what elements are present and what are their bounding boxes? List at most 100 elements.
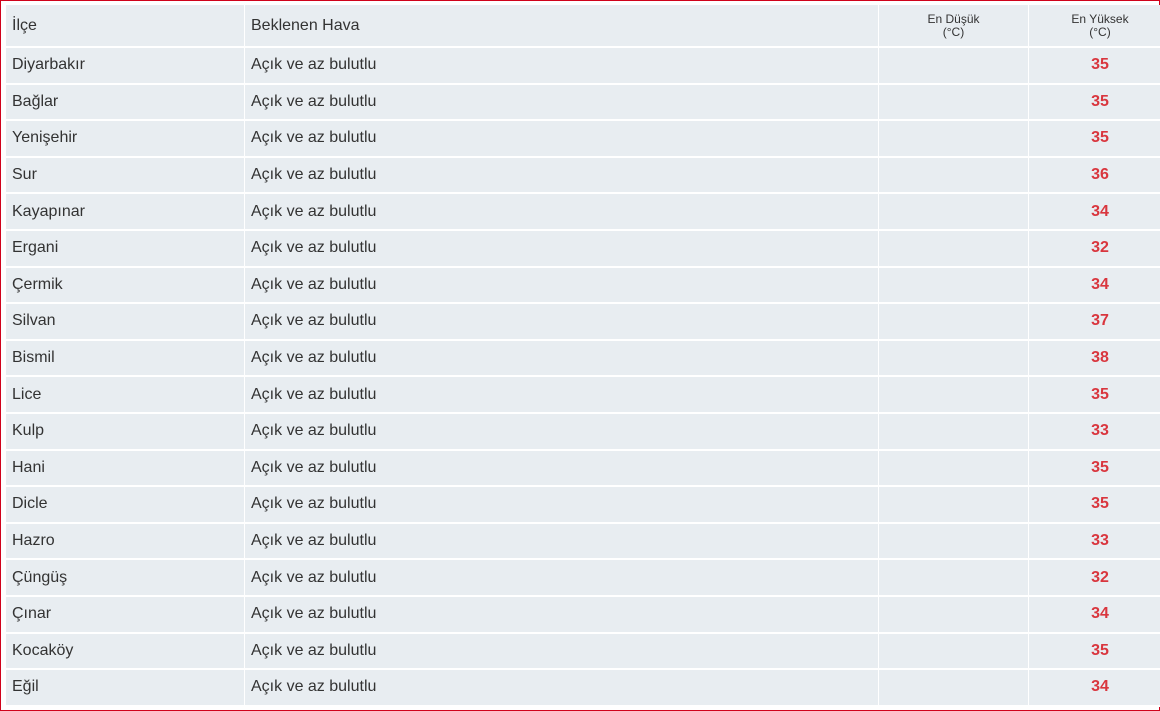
min-temp-cell <box>879 194 1029 231</box>
min-temp-cell <box>879 157 1029 195</box>
max-temp-cell: 35 <box>1029 377 1160 414</box>
table-row: Dicle Açık ve az bulutlu 35 <box>6 487 1160 524</box>
weather-cell: Açık ve az bulutlu <box>245 560 879 597</box>
table-row: Bismil Açık ve az bulutlu 38 <box>6 340 1160 378</box>
min-temp-cell <box>879 304 1029 341</box>
table-row: Yenişehir Açık ve az bulutlu 35 <box>6 121 1160 158</box>
min-temp-cell <box>879 560 1029 597</box>
min-temp-cell <box>879 596 1029 634</box>
district-cell: Yenişehir <box>6 121 245 158</box>
district-cell: Çınar <box>6 596 245 634</box>
header-min-temp-label: En Düşük <box>927 11 980 26</box>
weather-forecast-table: İlçe Beklenen Hava En Düşük (°C) En Yüks… <box>6 5 1160 707</box>
header-max-temp-unit: (°C) <box>1089 24 1111 39</box>
min-temp-cell <box>879 230 1029 268</box>
min-temp-cell <box>879 84 1029 122</box>
max-temp-cell: 35 <box>1029 487 1160 524</box>
min-temp-cell <box>879 267 1029 305</box>
min-temp-cell <box>879 413 1029 451</box>
weather-cell: Açık ve az bulutlu <box>245 194 879 231</box>
district-cell: Çermik <box>6 267 245 305</box>
weather-cell: Açık ve az bulutlu <box>245 670 879 707</box>
table-row: Hani Açık ve az bulutlu 35 <box>6 450 1160 488</box>
max-temp-cell: 33 <box>1029 523 1160 561</box>
max-temp-cell: 38 <box>1029 340 1160 378</box>
district-cell: Dicle <box>6 487 245 524</box>
district-cell: Diyarbakır <box>6 48 245 85</box>
weather-cell: Açık ve az bulutlu <box>245 413 879 451</box>
header-max-temp-label: En Yüksek <box>1071 11 1129 26</box>
table-row: Silvan Açık ve az bulutlu 37 <box>6 304 1160 341</box>
max-temp-cell: 35 <box>1029 84 1160 122</box>
table-row: Hazro Açık ve az bulutlu 33 <box>6 523 1160 561</box>
min-temp-cell <box>879 670 1029 707</box>
district-cell: Kayapınar <box>6 194 245 231</box>
weather-cell: Açık ve az bulutlu <box>245 84 879 122</box>
district-cell: Lice <box>6 377 245 414</box>
min-temp-cell <box>879 121 1029 158</box>
table-row: Çüngüş Açık ve az bulutlu 32 <box>6 560 1160 597</box>
header-row: İlçe Beklenen Hava En Düşük (°C) En Yüks… <box>6 5 1160 48</box>
weather-cell: Açık ve az bulutlu <box>245 340 879 378</box>
district-cell: Hazro <box>6 523 245 561</box>
min-temp-cell <box>879 340 1029 378</box>
weather-cell: Açık ve az bulutlu <box>245 121 879 158</box>
min-temp-cell <box>879 450 1029 488</box>
table-row: Çermik Açık ve az bulutlu 34 <box>6 267 1160 305</box>
weather-cell: Açık ve az bulutlu <box>245 487 879 524</box>
table-row: Bağlar Açık ve az bulutlu 35 <box>6 84 1160 122</box>
weather-cell: Açık ve az bulutlu <box>245 596 879 634</box>
weather-cell: Açık ve az bulutlu <box>245 48 879 85</box>
max-temp-cell: 37 <box>1029 304 1160 341</box>
table-row: Kulp Açık ve az bulutlu 33 <box>6 413 1160 451</box>
weather-cell: Açık ve az bulutlu <box>245 450 879 488</box>
district-cell: Ergani <box>6 230 245 268</box>
district-cell: Silvan <box>6 304 245 341</box>
max-temp-cell: 32 <box>1029 560 1160 597</box>
district-cell: Çüngüş <box>6 560 245 597</box>
max-temp-cell: 32 <box>1029 230 1160 268</box>
table-row: Diyarbakır Açık ve az bulutlu 35 <box>6 48 1160 85</box>
max-temp-cell: 34 <box>1029 596 1160 634</box>
max-temp-cell: 36 <box>1029 157 1160 195</box>
max-temp-cell: 35 <box>1029 633 1160 671</box>
district-cell: Eğil <box>6 670 245 707</box>
weather-cell: Açık ve az bulutlu <box>245 304 879 341</box>
table-row: Kocaköy Açık ve az bulutlu 35 <box>6 633 1160 671</box>
district-cell: Bağlar <box>6 84 245 122</box>
header-min-temp: En Düşük (°C) <box>879 5 1029 48</box>
weather-cell: Açık ve az bulutlu <box>245 157 879 195</box>
table-row: Eğil Açık ve az bulutlu 34 <box>6 670 1160 707</box>
table-header: İlçe Beklenen Hava En Düşük (°C) En Yüks… <box>6 5 1160 48</box>
header-weather: Beklenen Hava <box>245 5 879 48</box>
max-temp-cell: 34 <box>1029 267 1160 305</box>
header-district: İlçe <box>6 5 245 48</box>
district-cell: Kulp <box>6 413 245 451</box>
weather-table-frame: İlçe Beklenen Hava En Düşük (°C) En Yüks… <box>0 0 1160 711</box>
weather-cell: Açık ve az bulutlu <box>245 230 879 268</box>
table-row: Lice Açık ve az bulutlu 35 <box>6 377 1160 414</box>
header-min-temp-unit: (°C) <box>942 24 965 39</box>
min-temp-cell <box>879 487 1029 524</box>
header-max-temp: En Yüksek (°C) <box>1029 5 1160 48</box>
weather-cell: Açık ve az bulutlu <box>245 523 879 561</box>
max-temp-cell: 35 <box>1029 450 1160 488</box>
weather-cell: Açık ve az bulutlu <box>245 267 879 305</box>
table-row: Çınar Açık ve az bulutlu 34 <box>6 596 1160 634</box>
table-row: Ergani Açık ve az bulutlu 32 <box>6 230 1160 268</box>
max-temp-cell: 35 <box>1029 48 1160 85</box>
weather-cell: Açık ve az bulutlu <box>245 633 879 671</box>
district-cell: Hani <box>6 450 245 488</box>
min-temp-cell <box>879 523 1029 561</box>
district-cell: Bismil <box>6 340 245 378</box>
max-temp-cell: 33 <box>1029 413 1160 451</box>
max-temp-cell: 34 <box>1029 194 1160 231</box>
max-temp-cell: 34 <box>1029 670 1160 707</box>
min-temp-cell <box>879 377 1029 414</box>
min-temp-cell <box>879 48 1029 85</box>
weather-cell: Açık ve az bulutlu <box>245 377 879 414</box>
district-cell: Kocaköy <box>6 633 245 671</box>
max-temp-cell: 35 <box>1029 121 1160 158</box>
table-row: Sur Açık ve az bulutlu 36 <box>6 157 1160 195</box>
table-body: Diyarbakır Açık ve az bulutlu 35 Bağlar … <box>6 48 1160 707</box>
